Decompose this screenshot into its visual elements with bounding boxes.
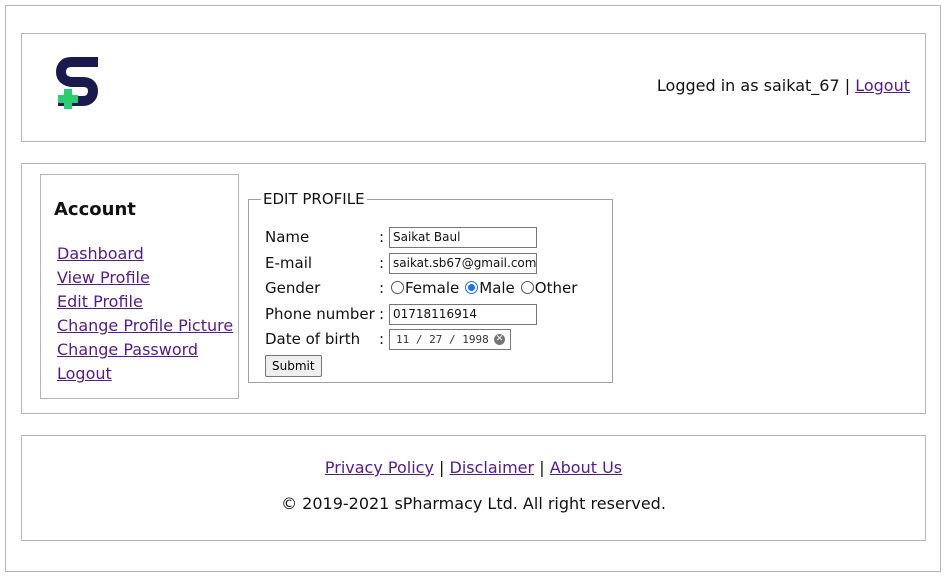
separator: | [439,458,445,477]
sidebar-item-view-profile[interactable]: View Profile [57,268,150,287]
footer: Privacy Policy | Disclaimer | About Us ©… [21,435,926,541]
edit-profile-form: EDIT PROFILE Name: Saikat Baul E-mail: sai… [248,190,613,383]
gender-male-radio[interactable] [465,281,479,294]
dob-row: Date of birth:11 / 27 / 1998 ✕ [265,328,511,350]
colon: : [379,279,385,297]
colon: : [379,254,385,272]
sidebar-title: Account [54,199,136,220]
privacy-policy-link[interactable]: Privacy Policy [325,458,434,477]
header: Logged in as saikat_67 | Logout [21,33,926,142]
sidebar-item-logout[interactable]: Logout [57,364,112,383]
gender-male-label: Male [479,279,515,297]
colon: : [379,330,385,348]
separator: | [844,76,851,95]
name-label: Name [265,228,310,246]
gender-other-radio[interactable] [520,281,534,294]
name-field[interactable]: Saikat Baul [389,227,537,248]
sidebar-item-dashboard[interactable]: Dashboard [57,244,144,263]
submit-button[interactable]: Submit [265,355,322,377]
sidebar-item-change-password[interactable]: Change Password [57,340,198,359]
colon: : [379,305,385,323]
dob-value: 11 / 27 / 1998 [396,333,489,346]
phone-row: Phone number:01718116914 [265,303,537,325]
gender-row: Gender: Female Male Other [265,277,581,299]
sidebar-item-edit-profile[interactable]: Edit Profile [57,292,143,311]
sidebar-item-change-profile-picture[interactable]: Change Profile Picture [57,316,233,335]
clear-date-icon[interactable]: ✕ [494,334,505,345]
header-logout-link[interactable]: Logout [855,76,910,95]
footer-links: Privacy Policy | Disclaimer | About Us [22,458,925,477]
dob-label: Date of birth [265,330,361,348]
gender-female-label: Female [405,279,460,297]
sidebar-menu: Dashboard View Profile Edit Profile Chan… [57,244,233,388]
colon: : [379,228,385,246]
login-status: Logged in as saikat_67 | Logout [657,76,910,95]
separator: | [539,458,545,477]
phone-label: Phone number [265,305,375,323]
copyright-text: © 2019-2021 sPharmacy Ltd. All right res… [281,494,666,513]
name-row: Name: Saikat Baul [265,226,537,248]
main-content: Account Dashboard View Profile Edit Prof… [21,163,926,414]
email-row: E-mail: saikat.sb67@gmail.com [265,252,537,274]
account-sidebar: Account Dashboard View Profile Edit Prof… [40,174,239,399]
spharmacy-logo [55,57,99,109]
gender-other-label: Other [534,279,578,297]
disclaimer-link[interactable]: Disclaimer [450,458,535,477]
gender-female-radio[interactable] [391,281,404,294]
email-label: E-mail [265,254,313,272]
dob-field[interactable]: 11 / 27 / 1998 ✕ [389,329,511,350]
logged-in-text: Logged in as saikat_67 [656,76,840,95]
about-us-link[interactable]: About Us [550,458,622,477]
gender-label: Gender [265,279,321,297]
form-legend: EDIT PROFILE [263,190,365,208]
phone-field[interactable]: 01718116914 [389,304,537,325]
email-field[interactable]: saikat.sb67@gmail.com [389,253,537,274]
